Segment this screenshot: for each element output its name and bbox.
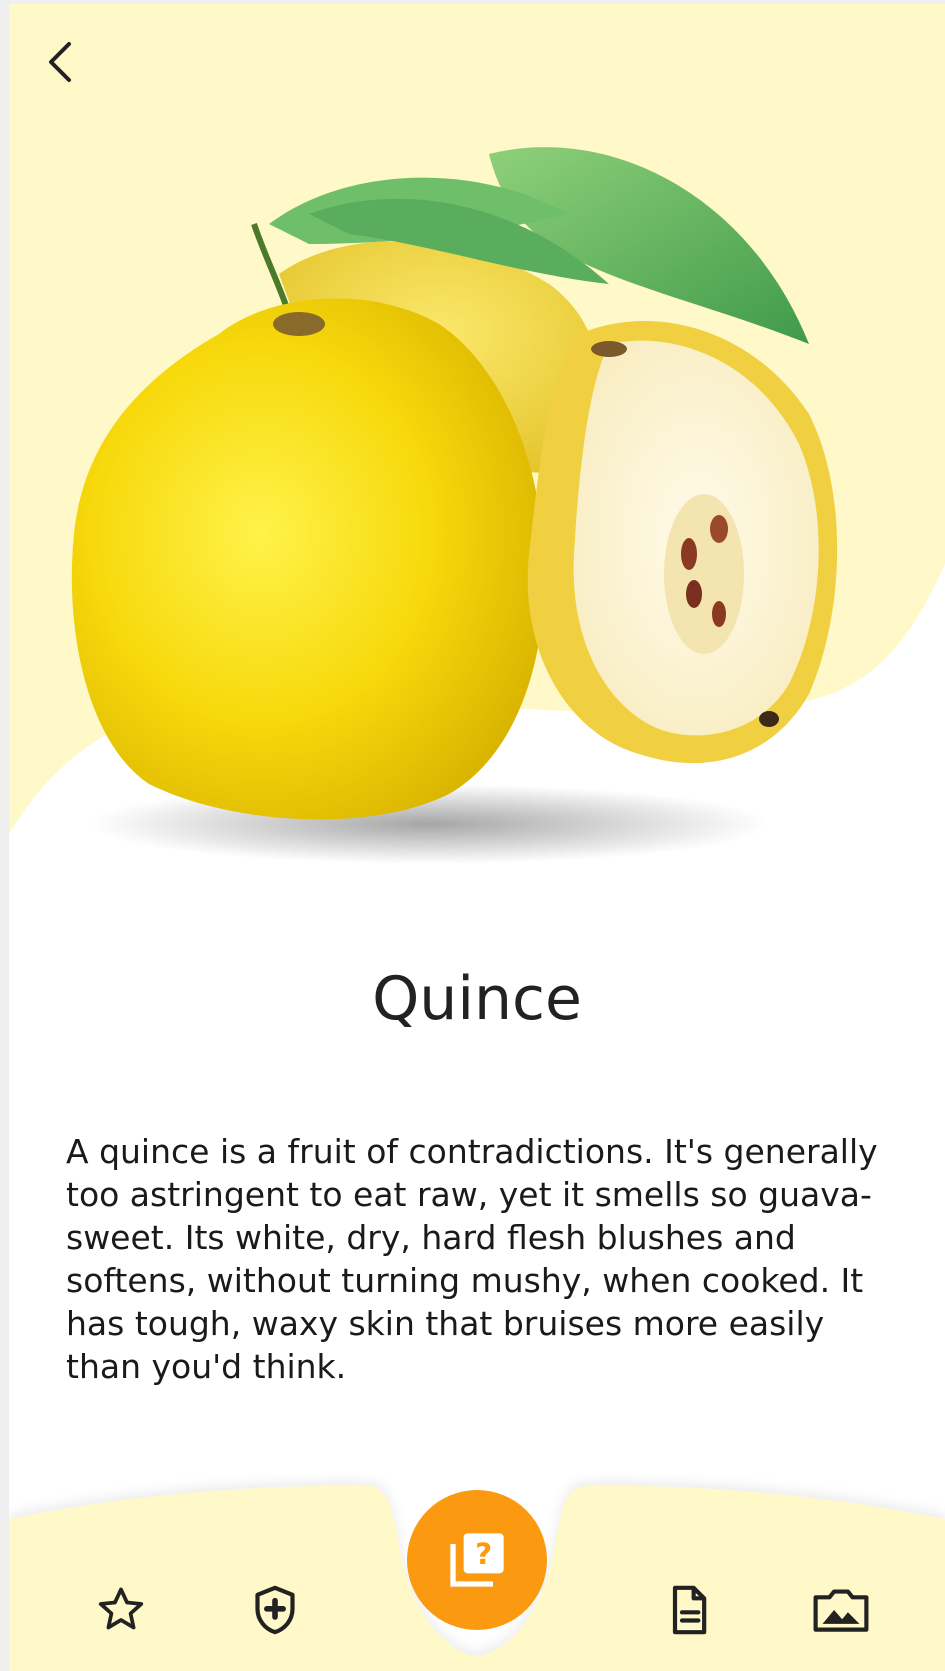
chevron-left-icon bbox=[49, 42, 71, 82]
nav-details-button[interactable] bbox=[657, 1578, 721, 1642]
shield-plus-icon bbox=[255, 1585, 295, 1635]
nav-favorites-button[interactable] bbox=[89, 1578, 153, 1642]
fruit-description: A quince is a fruit of contradictions. I… bbox=[66, 1132, 878, 1386]
document-icon bbox=[672, 1585, 707, 1635]
back-button[interactable] bbox=[33, 34, 89, 90]
fruit-title: Quince bbox=[372, 964, 582, 1034]
nav-gallery-button[interactable] bbox=[809, 1578, 873, 1642]
quince-image bbox=[71, 147, 838, 864]
nav-health-button[interactable] bbox=[243, 1578, 307, 1642]
quiz-cards-icon: ? bbox=[450, 1533, 504, 1587]
svg-text:?: ? bbox=[475, 1537, 492, 1571]
image-icon bbox=[813, 1589, 869, 1632]
quiz-button[interactable]: ? bbox=[407, 1490, 547, 1630]
fruit-detail-screen: Quince A quince is a fruit of contradict… bbox=[9, 4, 945, 1671]
star-outline-icon bbox=[98, 1587, 144, 1630]
